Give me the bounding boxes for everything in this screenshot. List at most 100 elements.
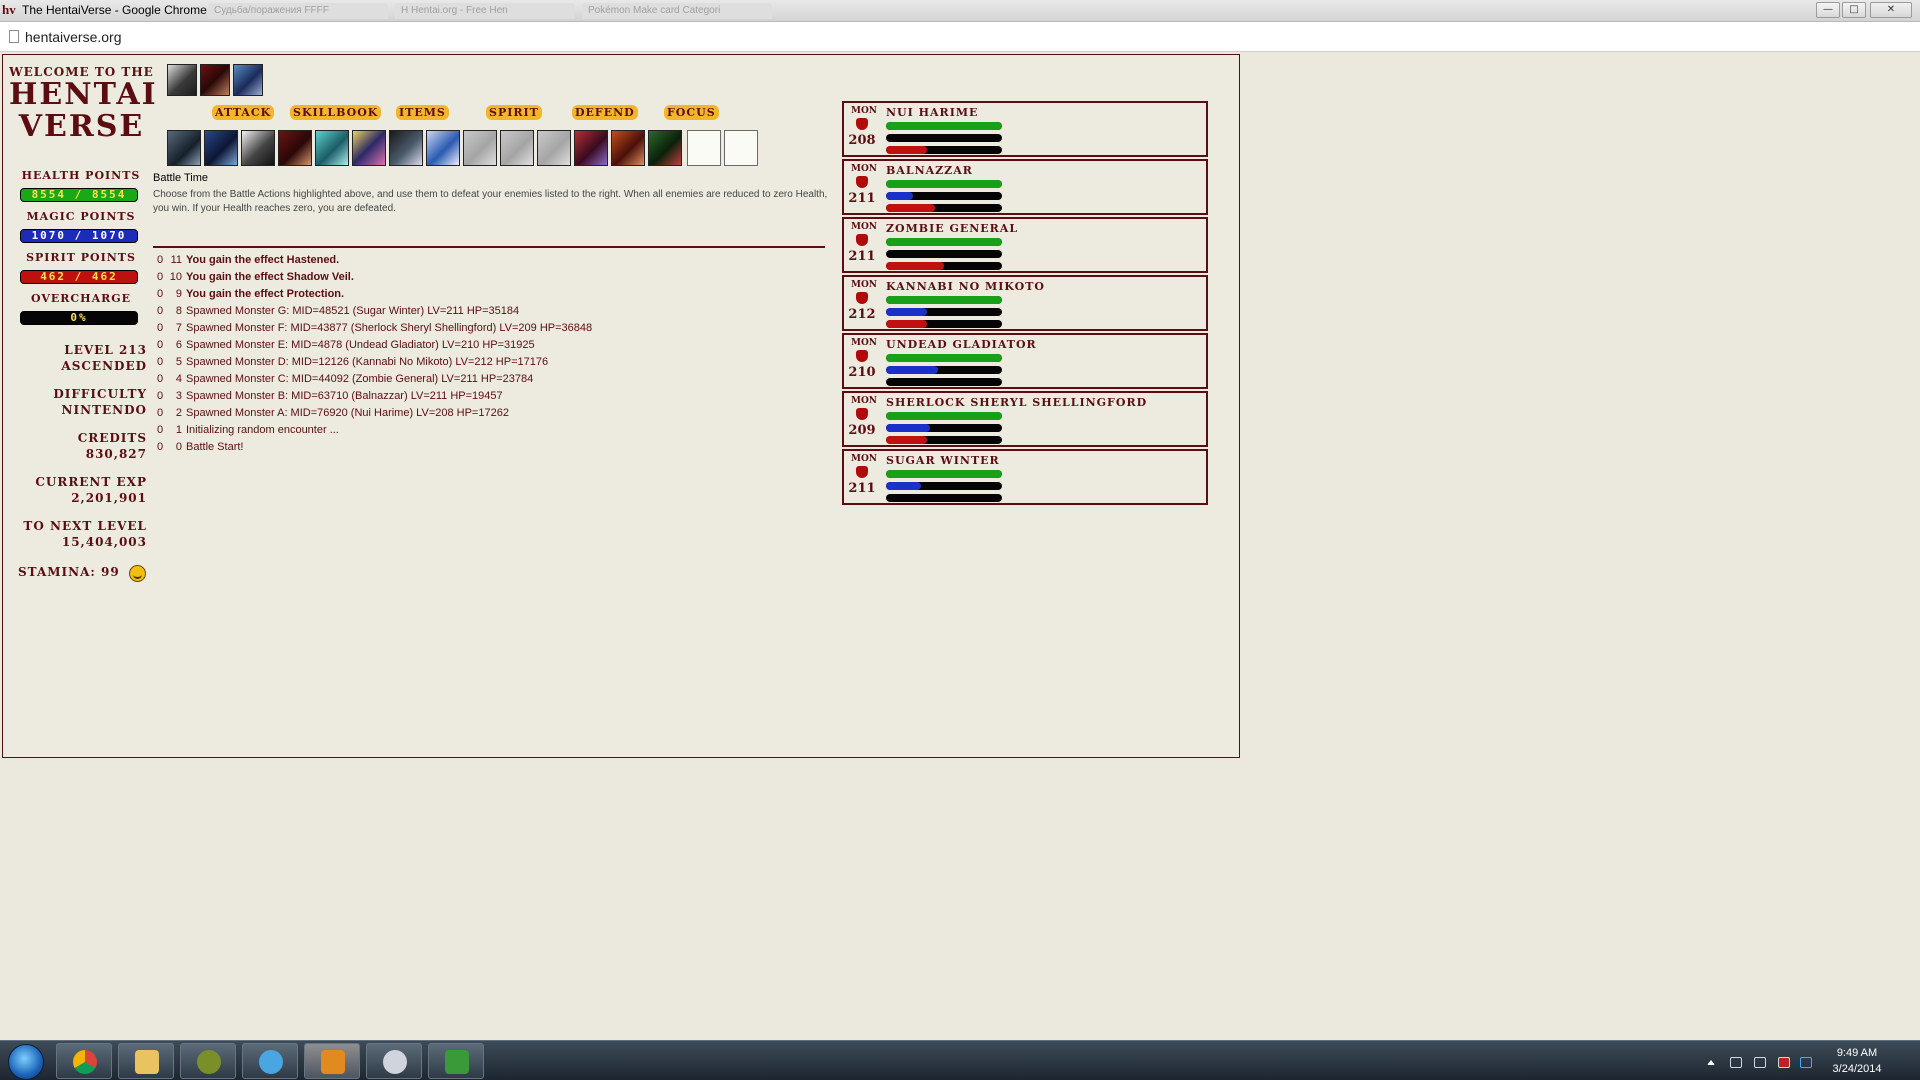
monster-health-fill — [886, 354, 1002, 362]
minimize-button[interactable]: — — [1816, 2, 1840, 18]
taskbar-media[interactable] — [304, 1043, 360, 1079]
skill-slot-12-icon[interactable] — [574, 130, 608, 166]
skill-slot-3-icon[interactable] — [241, 130, 275, 166]
spirit-button[interactable]: SPIRIT — [486, 105, 542, 120]
difficulty-label: DIFFICULTY — [53, 387, 147, 401]
skill-slot-7-icon[interactable] — [389, 130, 423, 166]
log-turn: 0 — [157, 441, 164, 453]
tray-expand-icon[interactable] — [1707, 1060, 1715, 1065]
tab-3[interactable]: Pokémon Make card Categori — [582, 3, 772, 19]
taskbar-messenger[interactable] — [242, 1043, 298, 1079]
log-message: You gain the effect Hastened. — [186, 254, 340, 266]
taskbar-mail[interactable] — [180, 1043, 236, 1079]
effect-shadow-veil-icon[interactable] — [200, 64, 230, 96]
magic-label: MAGIC POINTS — [26, 210, 136, 223]
skill-slot-15-empty[interactable] — [687, 130, 721, 166]
tab-1[interactable]: Судьба/поражения FFFF — [208, 3, 388, 19]
skill-slot-13-icon[interactable] — [611, 130, 645, 166]
log-action-index: 9 — [175, 288, 182, 300]
log-message: Spawned Monster G: MID=48521 (Sugar Wint… — [186, 305, 520, 317]
monster-card[interactable]: MON 212 KANNABI NO MIKOTO — [842, 275, 1208, 331]
skill-slot-2-icon[interactable] — [204, 130, 238, 166]
monster-magic-bar — [886, 482, 1002, 490]
monster-card[interactable]: MON 209 SHERLOCK SHERYL SHELLINGFORD — [842, 391, 1208, 447]
monster-card[interactable]: MON 211 BALNAZZAR — [842, 159, 1208, 215]
monster-magic-fill — [886, 366, 939, 374]
effect-protection-icon[interactable] — [233, 64, 263, 96]
skill-slot-6-icon[interactable] — [352, 130, 386, 166]
address-bar[interactable]: hentaiverse.org — [0, 22, 1920, 52]
network-icon[interactable] — [1730, 1057, 1742, 1068]
close-button[interactable]: ✕ — [1870, 2, 1912, 18]
skillbook-button[interactable]: SKILLBOOK — [290, 105, 382, 120]
log-action-index: 8 — [175, 305, 182, 317]
log-action-index: 2 — [175, 407, 182, 419]
focus-button[interactable]: FOCUS — [664, 105, 719, 120]
taskbar-notes[interactable] — [428, 1043, 484, 1079]
monster-health-bar — [886, 354, 1002, 362]
log-row: 0 7 Spawned Monster F: MID=43877 (Sherlock… — [157, 320, 827, 337]
monster-tag: MON — [851, 222, 878, 232]
effect-hastened-icon[interactable] — [167, 64, 197, 96]
skill-slot-4-icon[interactable] — [278, 130, 312, 166]
stamina-smiley-icon — [129, 565, 146, 582]
log-action-index: 0 — [175, 441, 182, 453]
log-action-index: 11 — [170, 254, 182, 266]
system-clock[interactable]: 9:49 AM 3/24/2014 — [1812, 1045, 1902, 1077]
taskbar-chrome[interactable] — [56, 1043, 112, 1079]
skill-slot-10-icon[interactable] — [500, 130, 534, 166]
window-titlebar: hv The HentaiVerse - Google Chrome Судьб… — [0, 0, 1920, 22]
log-turn: 0 — [157, 373, 164, 385]
items-button[interactable]: ITEMS — [396, 105, 449, 120]
monster-card[interactable]: MON 208 NUI HARIME — [842, 101, 1208, 157]
skill-slot-16-empty[interactable] — [724, 130, 758, 166]
skill-slot-14-icon[interactable] — [648, 130, 682, 166]
log-message: Spawned Monster C: MID=44092 (Zombie Gen… — [186, 373, 534, 385]
skill-slot-9-icon[interactable] — [463, 130, 497, 166]
hentaiverse-logo: WELCOME TO THE HENTAI VERSE — [9, 65, 156, 143]
monster-health-bar — [886, 180, 1002, 188]
page-icon — [9, 30, 19, 43]
monster-tag: MON — [851, 164, 878, 174]
taskbar-explorer[interactable] — [118, 1043, 174, 1079]
maximize-button[interactable]: □ — [1842, 2, 1866, 18]
monster-name: SHERLOCK SHERYL SHELLINGFORD — [886, 396, 1148, 409]
url-text[interactable]: hentaiverse.org — [25, 29, 122, 45]
spirit-label: SPIRIT POINTS — [26, 251, 136, 264]
skill-slot-8-icon[interactable] — [426, 130, 460, 166]
overcharge-bar: 0% — [20, 311, 138, 325]
stamina-text: STAMINA: 99 — [18, 565, 120, 579]
monster-health-fill — [886, 122, 1002, 130]
log-row: 0 0 Battle Start! — [157, 439, 827, 456]
skill-slot-5-icon[interactable] — [315, 130, 349, 166]
log-turn: 0 — [157, 390, 164, 402]
notes-icon — [445, 1050, 469, 1074]
monster-magic-fill — [886, 424, 931, 432]
level-line1: LEVEL 213 — [64, 343, 147, 357]
battle-log: 0 11 You gain the effect Hastened. 0 10 You g… — [157, 252, 827, 456]
attack-button[interactable]: ATTACK — [212, 105, 275, 120]
log-message: You gain the effect Protection. — [186, 288, 345, 300]
volume-icon[interactable] — [1754, 1057, 1766, 1068]
start-button[interactable] — [8, 1044, 44, 1080]
skill-slot-11-icon[interactable] — [537, 130, 571, 166]
flag-icon[interactable] — [1778, 1057, 1790, 1068]
monster-health-fill — [886, 412, 1002, 420]
taskbar-paint[interactable] — [366, 1043, 422, 1079]
defend-button[interactable]: DEFEND — [572, 105, 638, 120]
health-label: HEALTH POINTS — [21, 169, 141, 182]
monster-card[interactable]: MON 211 ZOMBIE GENERAL — [842, 217, 1208, 273]
log-action-index: 6 — [175, 339, 182, 351]
monster-card[interactable]: MON 211 SUGAR WINTER — [842, 449, 1208, 505]
dropbox-icon[interactable] — [1800, 1057, 1812, 1068]
tab-2[interactable]: Н Hentai.org - Free Hen — [395, 3, 575, 19]
log-action-index: 7 — [175, 322, 182, 334]
window-title: The HentaiVerse - Google Chrome — [22, 3, 207, 17]
log-turn: 0 — [157, 271, 164, 283]
monster-card[interactable]: MON 210 UNDEAD GLADIATOR — [842, 333, 1208, 389]
monster-tag: MON — [851, 280, 878, 290]
monster-level: 211 — [848, 249, 876, 264]
monster-type-icon — [856, 118, 868, 130]
monster-level: 212 — [848, 307, 876, 322]
skill-slot-1-icon[interactable] — [167, 130, 201, 166]
